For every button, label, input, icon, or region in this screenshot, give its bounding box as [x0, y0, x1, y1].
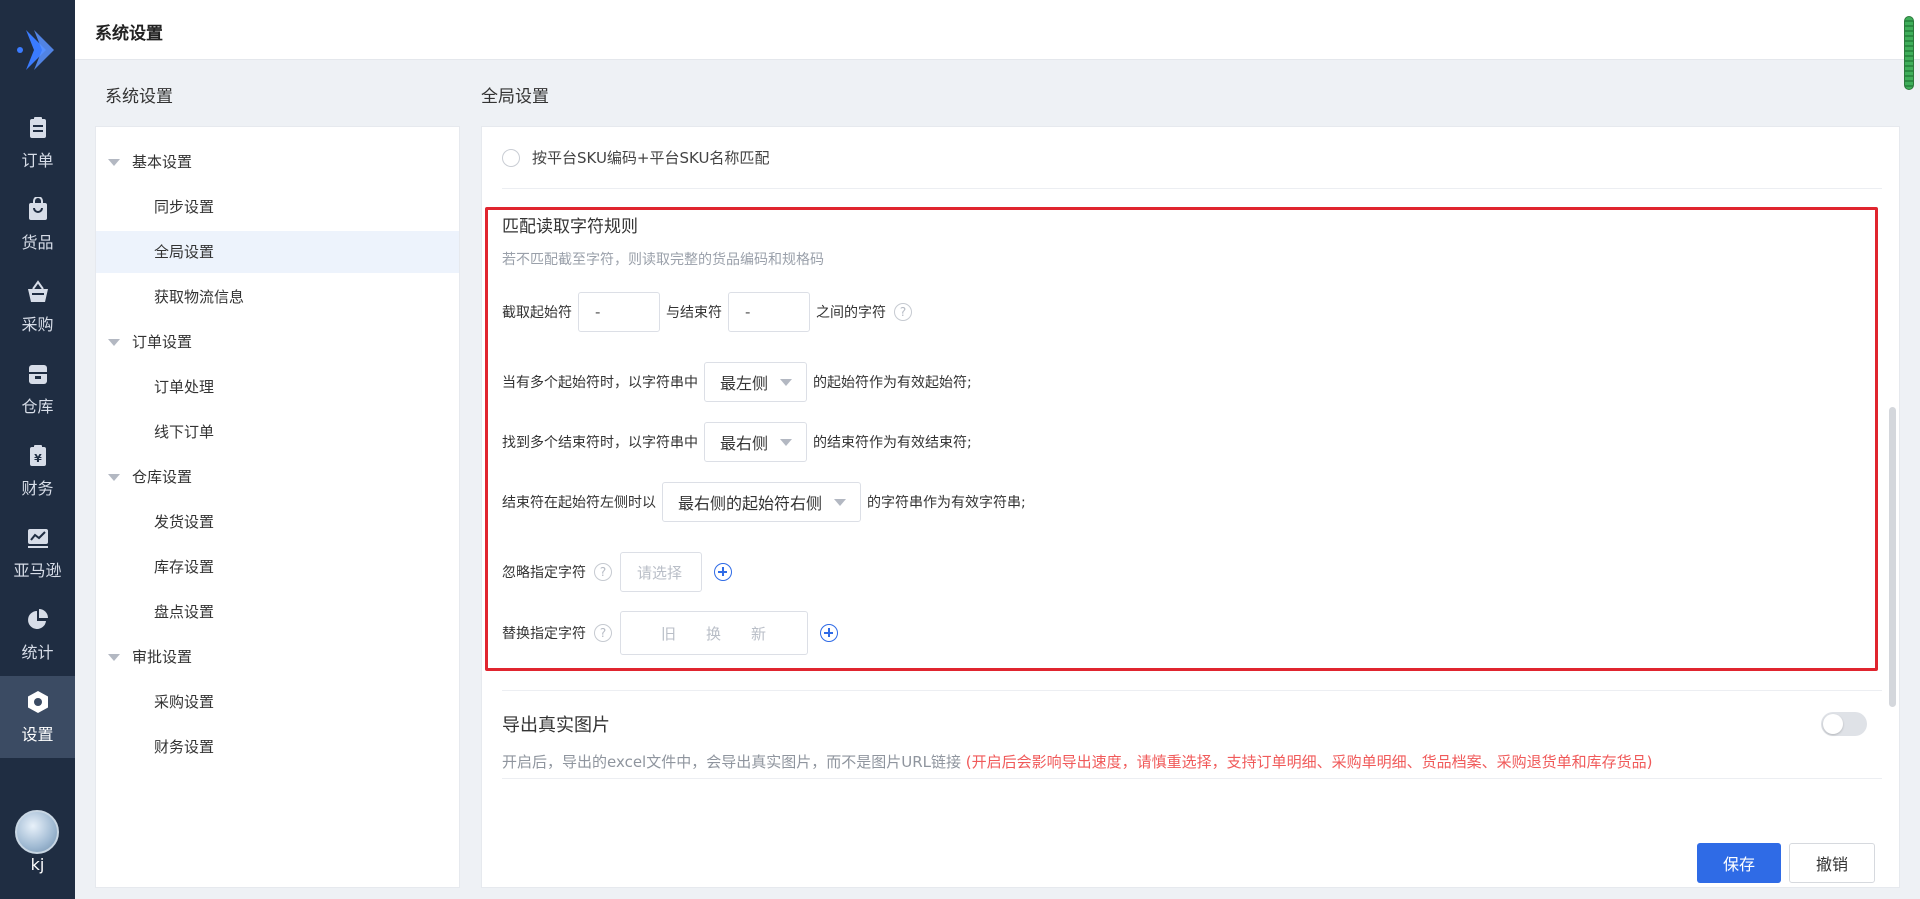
nav-item-label: 货品 — [21, 233, 54, 252]
tree-group-warehouse[interactable]: 仓库设置 — [96, 456, 459, 498]
top-bar: 系统设置 — [75, 0, 1920, 90]
tree-item-purchase-settings[interactable]: 采购设置 — [96, 681, 459, 723]
tree-item-offline-order[interactable]: 线下订单 — [96, 411, 459, 453]
end-position-select[interactable]: 最右侧 — [704, 422, 808, 462]
replace-arrow-label: 换 — [706, 624, 722, 643]
ignore-chars-select[interactable]: 请选择 — [620, 552, 702, 592]
help-icon[interactable]: ? — [594, 624, 612, 642]
tree-item-shipping[interactable]: 发货设置 — [96, 501, 459, 543]
warehouse-icon — [28, 365, 47, 384]
tree-item-global[interactable]: 全局设置 — [96, 231, 459, 273]
global-settings-panel: 按平台SKU编码+平台SKU名称匹配 匹配读取字符规则 若不匹配截至字符，则读取… — [481, 126, 1900, 888]
amazon-chart-icon — [27, 529, 48, 548]
nav-item-label: 采购 — [21, 315, 54, 334]
finance-icon: ¥ — [29, 445, 46, 466]
nav-item-amazon[interactable]: 亚马逊 — [0, 512, 75, 594]
tree-item-sync[interactable]: 同步设置 — [96, 186, 459, 228]
add-icon[interactable] — [820, 624, 838, 642]
export-images-title: 导出真实图片 — [502, 715, 610, 736]
vertical-scrollbar[interactable] — [1889, 407, 1896, 707]
goods-icon — [28, 197, 47, 220]
replace-chars-row: 替换指定字符 ? 旧 换 新 — [502, 611, 838, 655]
order-icon — [29, 117, 46, 138]
left-nav: 订单 货品 采购 仓库 ¥ 财务 亚马逊 统计 设置 kj — [0, 0, 75, 899]
chevron-down-icon — [834, 498, 847, 506]
caret-down-icon — [108, 339, 120, 346]
tree-item-stocktake[interactable]: 盘点设置 — [96, 591, 459, 633]
tree-group-order[interactable]: 订单设置 — [96, 321, 459, 363]
replace-chars-input[interactable]: 旧 换 新 — [620, 611, 808, 655]
tree-item-logistics[interactable]: 获取物流信息 — [96, 276, 459, 318]
new-char-placeholder: 新 — [751, 624, 767, 643]
nav-item-order[interactable]: 订单 — [0, 102, 75, 184]
export-images-desc: 开启后，导出的excel文件中，会导出真实图片，而不是图片URL链接 (开启后会… — [502, 753, 1653, 771]
nav-item-label: 订单 — [21, 151, 54, 170]
rule-hint: 若不匹配截至字符，则读取完整的货品编码和规格码 — [502, 252, 824, 268]
tree-item-order-process[interactable]: 订单处理 — [96, 366, 459, 408]
end-delimiter-input[interactable]: - — [728, 292, 810, 332]
radio-button[interactable] — [502, 148, 520, 167]
nav-item-finance[interactable]: ¥ 财务 — [0, 430, 75, 512]
pie-chart-icon — [27, 609, 48, 629]
multi-end-row: 找到多个结束符时，以字符串中 最右侧 的结束符作为有效结束符; — [502, 422, 972, 462]
rule-title: 匹配读取字符规则 — [502, 217, 638, 237]
nav-item-label: 亚马逊 — [13, 561, 62, 580]
add-icon[interactable] — [714, 563, 732, 581]
nav-item-settings[interactable]: 设置 — [0, 676, 75, 758]
tree-item-finance-settings[interactable]: 财务设置 — [96, 726, 459, 768]
app-logo-icon[interactable] — [12, 26, 60, 74]
help-icon[interactable]: ? — [594, 563, 612, 581]
left-section-title: 系统设置 — [105, 87, 173, 107]
export-warning: (开启后会影响导出速度，请慎重选择，支持订单明细、采购单明细、货品档案、采购退货… — [965, 753, 1653, 771]
nav-item-statistics[interactable]: 统计 — [0, 594, 75, 676]
multi-start-row: 当有多个起始符时，以字符串中 最左侧 的起始符作为有效起始符; — [502, 362, 972, 402]
sku-match-option[interactable]: 按平台SKU编码+平台SKU名称匹配 — [502, 147, 769, 168]
fallback-position-select[interactable]: 最右侧的起始符右侧 — [662, 482, 862, 522]
delimiter-row: 截取起始符 - 与结束符 - 之间的字符 ? — [502, 292, 920, 332]
nav-item-goods[interactable]: 货品 — [0, 184, 75, 266]
nav-item-label: 统计 — [21, 643, 54, 662]
nav-item-purchase[interactable]: 采购 — [0, 266, 75, 348]
caret-down-icon — [108, 159, 120, 166]
end-left-of-start-row: 结束符在起始符左侧时以 最右侧的起始符右侧 的字符串作为有效字符串; — [502, 482, 1026, 522]
chevron-down-icon — [780, 438, 793, 446]
save-button[interactable]: 保存 — [1697, 843, 1781, 883]
start-delimiter-input[interactable]: - — [578, 292, 660, 332]
settings-icon — [27, 691, 48, 713]
caret-down-icon — [108, 654, 120, 661]
nav-item-label: 设置 — [21, 725, 54, 744]
nav-item-warehouse[interactable]: 仓库 — [0, 348, 75, 430]
toggle-knob — [1823, 714, 1843, 734]
settings-tree: 基本设置 同步设置 全局设置 获取物流信息 订单设置 订单处理 线下订单 仓库设… — [95, 126, 460, 888]
svg-text:¥: ¥ — [34, 452, 42, 465]
export-images-toggle[interactable] — [1821, 712, 1867, 736]
chevron-down-icon — [780, 378, 793, 386]
tree-group-basic[interactable]: 基本设置 — [96, 141, 459, 183]
tree-item-inventory[interactable]: 库存设置 — [96, 546, 459, 588]
ignore-chars-row: 忽略指定字符 ? 请选择 — [502, 552, 732, 592]
divider — [502, 690, 1882, 691]
old-char-placeholder: 旧 — [661, 624, 677, 643]
user-name: kj — [30, 855, 45, 874]
purchase-icon — [27, 280, 48, 302]
caret-down-icon — [108, 474, 120, 481]
main-section-title: 全局设置 — [481, 87, 549, 107]
signal-indicator-icon — [1904, 16, 1914, 90]
nav-item-label: 仓库 — [21, 397, 54, 416]
divider — [502, 188, 1882, 189]
divider — [502, 778, 1882, 779]
help-icon[interactable]: ? — [894, 303, 912, 321]
cancel-button[interactable]: 撤销 — [1789, 843, 1875, 883]
page-title: 系统设置 — [95, 24, 163, 44]
tree-group-approval[interactable]: 审批设置 — [96, 636, 459, 678]
nav-item-label: 财务 — [21, 479, 54, 498]
start-position-select[interactable]: 最左侧 — [704, 362, 808, 402]
avatar[interactable] — [15, 810, 59, 854]
